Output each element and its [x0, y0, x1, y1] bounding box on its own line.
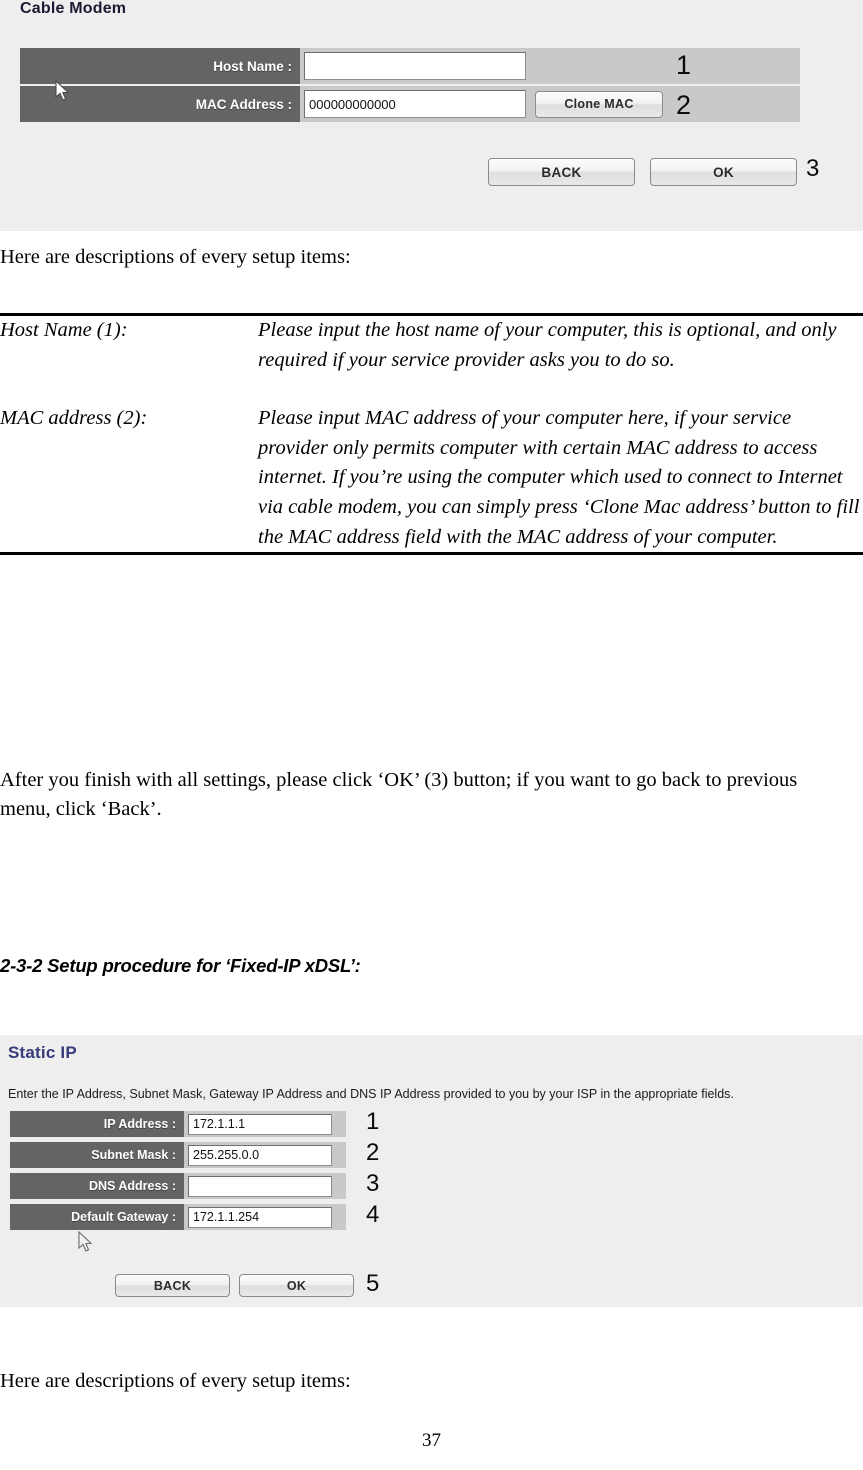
ok-button[interactable]: OK — [650, 158, 797, 186]
default-gateway-label: Default Gateway : — [10, 1204, 184, 1230]
section-heading-2-3-2: 2-3-2 Setup procedure for ‘Fixed-IP xDSL… — [0, 955, 361, 976]
description-term-mac-address: MAC address (2): — [0, 407, 148, 430]
back-button[interactable]: BACK — [115, 1274, 230, 1297]
description-definition-host-name: Please input the host name of your compu… — [258, 319, 837, 371]
subnet-mask-row: Subnet Mask : 255.255.0.0 — [10, 1142, 346, 1168]
back-button[interactable]: BACK — [488, 158, 635, 186]
dns-address-row: DNS Address : — [10, 1173, 346, 1199]
setup-items-description-table: Host Name (1): Please input the host nam… — [0, 313, 863, 556]
subnet-mask-label: Subnet Mask : — [10, 1142, 184, 1168]
callout-5: 5 — [366, 1270, 380, 1297]
intro-text-1: Here are descriptions of every setup ite… — [0, 246, 351, 268]
cable-modem-page-title: Cable Modem — [20, 0, 127, 17]
description-row-mac-address: MAC address (2): Please input MAC addres… — [0, 404, 863, 552]
description-term-host-name: Host Name (1): — [0, 319, 128, 341]
closing-paragraph: After you finish with all settings, plea… — [0, 769, 798, 820]
default-gateway-input[interactable]: 172.1.1.254 — [188, 1206, 332, 1228]
mac-address-label: MAC Address : — [20, 86, 300, 122]
table-bottom-rule — [0, 552, 863, 556]
callout-3: 3 — [806, 155, 820, 182]
mouse-cursor-icon — [78, 1231, 93, 1252]
callout-2: 2 — [676, 90, 692, 120]
dns-address-input[interactable] — [188, 1175, 332, 1197]
callout-3: 3 — [366, 1170, 380, 1197]
subnet-mask-input[interactable]: 255.255.0.0 — [188, 1144, 332, 1166]
mac-address-input[interactable]: 000000000000 — [304, 90, 526, 118]
callout-1: 1 — [366, 1108, 380, 1135]
intro-text-2: Here are descriptions of every setup ite… — [0, 1370, 351, 1392]
dns-address-label: DNS Address : — [10, 1173, 184, 1199]
page-number: 37 — [422, 1430, 441, 1451]
default-gateway-row: Default Gateway : 172.1.1.254 — [10, 1204, 346, 1230]
host-name-input[interactable] — [304, 52, 526, 80]
ip-address-input[interactable]: 172.1.1.1 — [188, 1113, 332, 1135]
static-ip-hint-text: Enter the IP Address, Subnet Mask, Gatew… — [8, 1087, 734, 1101]
ip-address-label: IP Address : — [10, 1111, 184, 1137]
clone-mac-button[interactable]: Clone MAC — [535, 90, 663, 118]
host-name-label: Host Name : — [20, 48, 300, 84]
ok-button[interactable]: OK — [239, 1274, 354, 1297]
static-ip-screenshot: Static IP Enter the IP Address, Subnet M… — [0, 1035, 863, 1307]
static-ip-page-title: Static IP — [8, 1043, 77, 1062]
callout-1: 1 — [676, 50, 692, 80]
cable-modem-screenshot: Cable Modem Host Name : MAC Address : 00… — [0, 0, 863, 231]
description-definition-mac-address: Please input MAC address of your compute… — [258, 407, 860, 548]
callout-4: 4 — [366, 1201, 380, 1228]
callout-2: 2 — [366, 1139, 380, 1166]
description-row-spacer — [0, 375, 863, 404]
description-row-host-name: Host Name (1): Please input the host nam… — [0, 316, 863, 375]
ip-address-row: IP Address : 172.1.1.1 — [10, 1111, 346, 1137]
